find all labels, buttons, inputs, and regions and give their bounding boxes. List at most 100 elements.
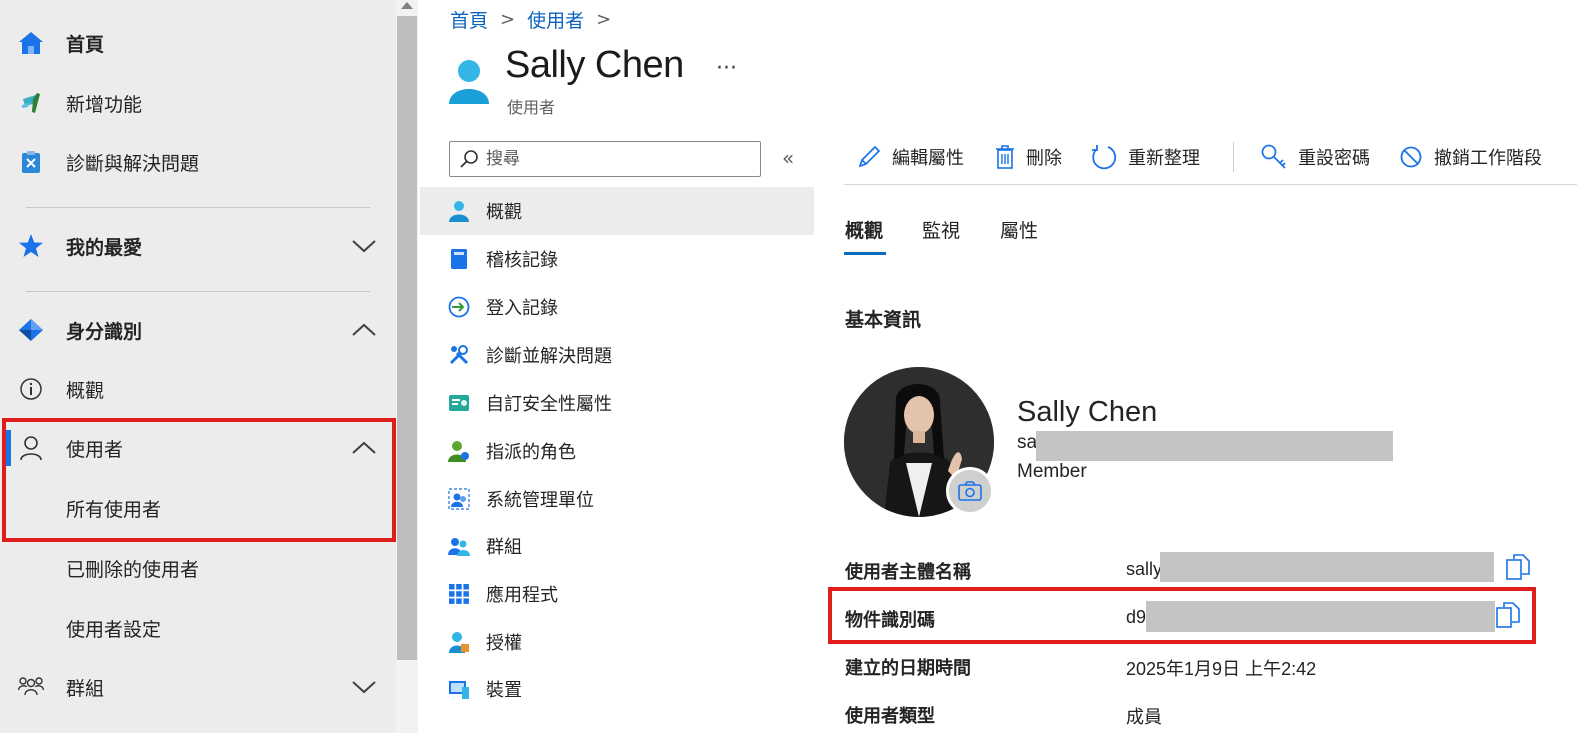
nav-divider [26,291,370,292]
menu-item-licenses[interactable]: 授權 [420,618,814,666]
nav-label-home: 首頁 [66,33,105,56]
edit-label: 編輯屬性 [892,148,964,169]
whats-new-icon [18,90,44,116]
reset-password-button[interactable]: 重設密碼 [1260,140,1370,174]
nav-item-identity[interactable]: 身分識別 [0,306,396,354]
group-icon [18,674,44,700]
resource-search[interactable] [449,141,761,177]
user-header-icon [449,58,489,108]
revoke-sessions-label: 撤銷工作階段 [1434,148,1542,169]
user-overview-icon [449,201,469,222]
change-photo-button[interactable] [946,467,994,515]
nav-item-diagnose[interactable]: 診斷與解決問題 [0,138,396,186]
menu-item-groups[interactable]: 群組 [420,522,814,570]
scroll-up-icon[interactable] [401,2,413,9]
prop-value-upn: sally [1126,559,1163,579]
nav-item-home[interactable]: 首頁 [0,19,396,67]
device-icon [449,681,469,699]
chevron-down-icon[interactable] [350,677,378,697]
edit-properties-button[interactable]: 編輯屬性 [856,140,964,174]
highlight-box-users [2,418,396,542]
prop-label-user-type: 使用者類型 [845,706,935,727]
block-icon [1400,146,1422,168]
sign-in-log-icon [448,296,470,318]
home-icon [18,30,44,56]
apps-grid-icon [449,584,469,604]
page-subtitle: 使用者 [507,98,556,117]
menu-item-admin-units[interactable]: 系統管理單位 [420,475,814,523]
tab-active-underline [844,252,886,255]
diagnose-icon [18,149,44,175]
breadcrumb-users[interactable]: 使用者 [527,6,584,33]
refresh-button[interactable]: 重新整理 [1090,140,1200,174]
custom-attribute-icon [449,395,469,411]
tab-overview[interactable]: 概觀 [845,216,883,243]
nav-label-favorites: 我的最愛 [66,236,143,259]
menu-label: 概觀 [486,202,522,223]
key-icon [1261,144,1286,169]
info-icon [18,376,44,402]
nav-label-overview: 概觀 [66,379,105,402]
copy-icon[interactable] [1506,554,1530,580]
revoke-sessions-button[interactable]: 撤銷工作階段 [1398,140,1542,174]
tab-monitoring[interactable]: 監視 [922,216,960,243]
scroll-thumb[interactable] [397,16,417,660]
prop-label-created: 建立的日期時間 [845,658,971,679]
menu-item-audit-logs[interactable]: 稽核記錄 [420,235,814,283]
breadcrumb: 首頁 > 使用者 > [450,6,611,33]
chevron-up-icon[interactable] [350,320,378,340]
profile-role: Member [1017,461,1087,482]
menu-item-devices[interactable]: 裝置 [420,665,814,713]
menu-label: 應用程式 [486,585,558,606]
nav-item-user-settings[interactable]: 使用者設定 [0,604,396,652]
trash-icon [996,145,1014,169]
menu-label: 授權 [486,633,522,654]
nav-item-deleted-users[interactable]: 已刪除的使用者 [0,544,396,592]
menu-item-custom-security-attributes[interactable]: 自訂安全性屬性 [420,379,814,427]
delete-button[interactable]: 刪除 [994,140,1062,174]
nav-label-whats-new: 新增功能 [66,93,143,116]
highlight-box-object-id [828,587,1536,644]
menu-item-assigned-roles[interactable]: 指派的角色 [420,427,814,475]
chevron-down-icon[interactable] [350,236,378,256]
breadcrumb-separator: > [596,9,612,30]
search-input[interactable] [486,146,746,172]
nav-item-favorites[interactable]: 我的最愛 [0,222,396,270]
menu-item-sign-in-logs[interactable]: 登入記錄 [420,283,814,331]
audit-log-icon [451,249,467,269]
nav-label-deleted-users: 已刪除的使用者 [66,558,200,581]
prop-value-created: 2025年1月9日 上午2:42 [1126,659,1317,679]
nav-item-whats-new[interactable]: 新增功能 [0,79,396,127]
tab-properties[interactable]: 屬性 [1000,216,1038,243]
menu-item-diagnose[interactable]: 診斷並解決問題 [420,331,814,379]
left-navigation: 首頁 新增功能 診斷與解決問題 我的最愛 身分識別 概觀 使用者 所有使用者 已… [0,0,396,733]
nav-label-diagnose: 診斷與解決問題 [66,152,200,175]
refresh-icon [1092,145,1117,170]
more-options-button[interactable]: ··· [716,56,737,81]
pencil-icon [858,145,881,168]
menu-label: 指派的角色 [486,442,576,463]
page-title: Sally Chen [505,44,684,86]
prop-label-upn: 使用者主體名稱 [845,562,971,583]
nav-label-user-settings: 使用者設定 [66,618,162,641]
toolbar-separator [1233,142,1234,172]
star-icon [18,233,44,259]
nav-label-groups: 群組 [66,677,105,700]
breadcrumb-home[interactable]: 首頁 [450,6,488,33]
search-icon [460,150,478,168]
nav-item-overview[interactable]: 概觀 [0,365,396,413]
license-icon [449,632,469,653]
profile-name: Sally Chen [1017,396,1158,428]
menu-item-overview[interactable]: 概觀 [420,187,814,235]
menu-label: 稽核記錄 [486,250,558,271]
assigned-roles-icon [448,441,469,462]
menu-item-applications[interactable]: 應用程式 [420,570,814,618]
prop-value-user-type: 成員 [1126,707,1162,727]
groups-icon [448,538,470,556]
collapse-menu-button[interactable]: « [782,146,794,170]
identity-icon [18,317,44,343]
nav-item-groups[interactable]: 群組 [0,663,396,711]
menu-label: 系統管理單位 [486,490,594,511]
menu-label: 自訂安全性屬性 [486,394,612,415]
nav-scrollbar[interactable] [396,0,418,733]
